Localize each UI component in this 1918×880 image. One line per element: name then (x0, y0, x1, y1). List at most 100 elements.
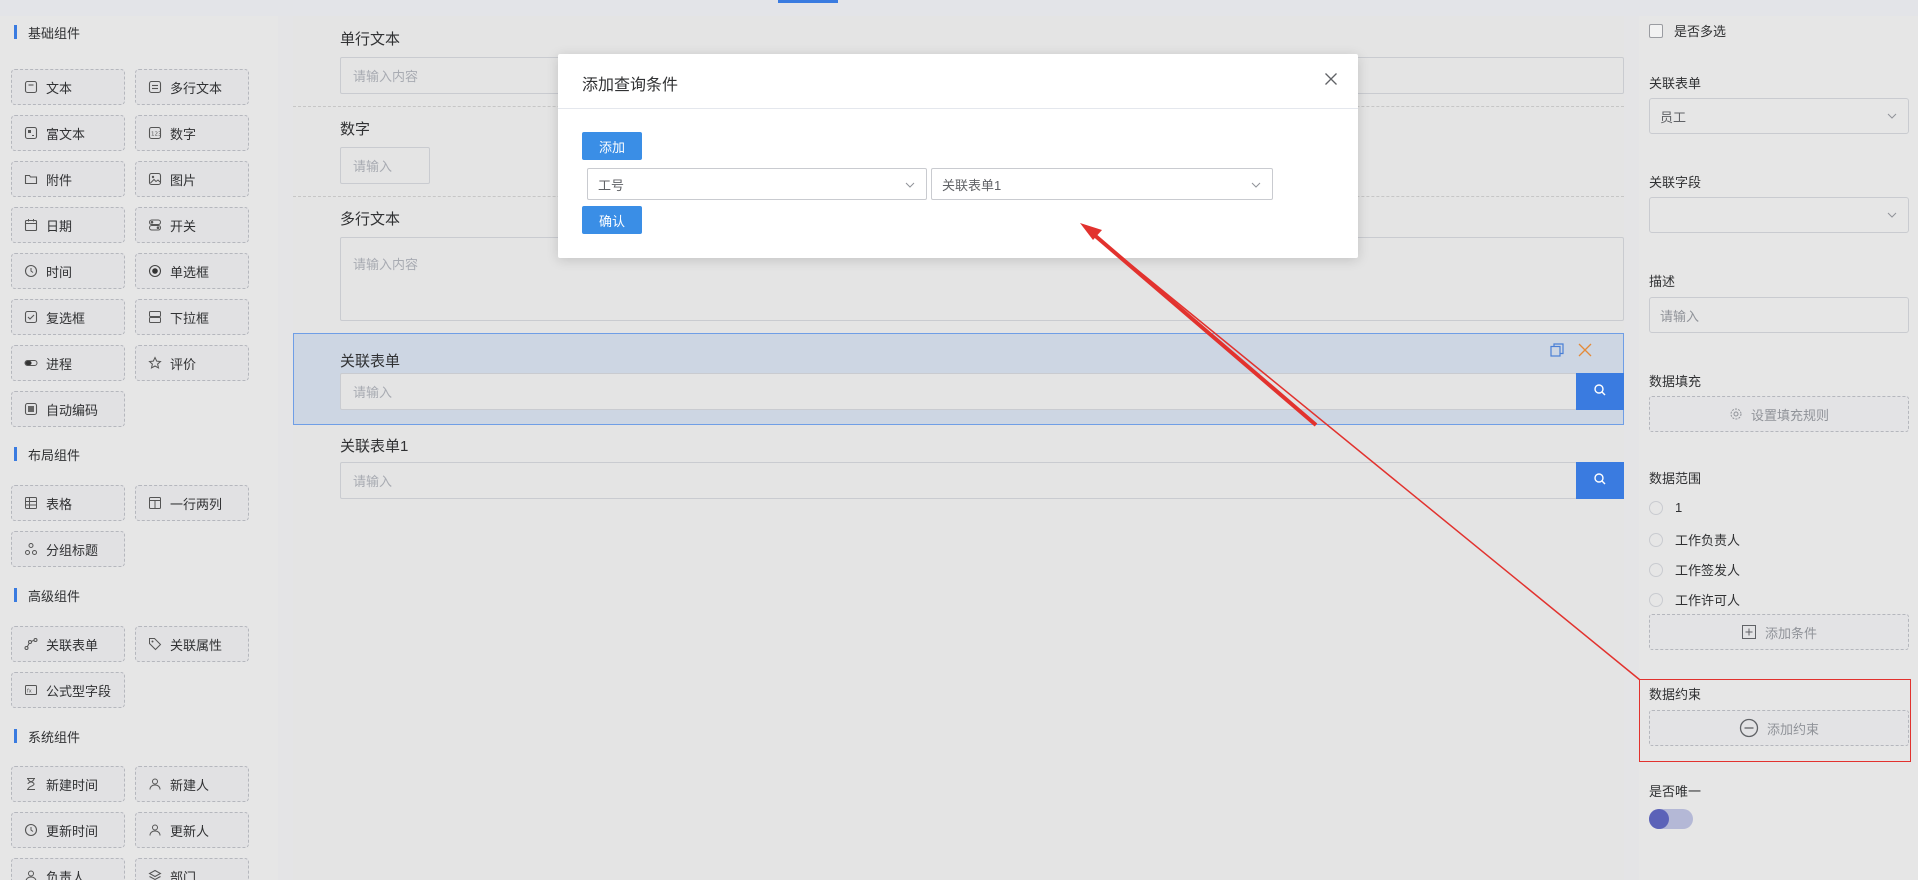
user-update-icon (148, 823, 162, 837)
group-title-layout: 布局组件 (14, 444, 80, 464)
comp-image[interactable]: 图片 (135, 161, 249, 197)
comp-owner[interactable]: 负责人 (11, 858, 125, 880)
two-column-icon (148, 496, 162, 510)
chevron-down-icon (904, 179, 916, 194)
clock-icon (24, 264, 38, 278)
field-label-textarea: 多行文本 (340, 211, 401, 228)
comp-updater[interactable]: 更新人 (135, 812, 249, 848)
textarea-icon (148, 80, 162, 94)
chevron-down-icon (1250, 179, 1262, 194)
text-icon (24, 80, 38, 94)
range-option[interactable]: 工作签发人 (1649, 560, 1740, 579)
image-icon (148, 172, 162, 186)
active-tab-indicator (778, 0, 838, 3)
comp-link-attr[interactable]: 关联属性 (135, 626, 249, 662)
close-icon[interactable] (1324, 72, 1338, 89)
number-input[interactable]: 请输入 (340, 147, 430, 184)
layers-icon (148, 869, 162, 880)
user-icon (148, 777, 162, 791)
comp-link-form[interactable]: 关联表单 (11, 626, 125, 662)
comp-two-column[interactable]: 一行两列 (135, 485, 249, 521)
clock-icon (24, 823, 38, 837)
field-label-number: 数字 (340, 121, 371, 138)
link-form-1-search-button[interactable] (1576, 462, 1624, 499)
comp-text[interactable]: 文本 (11, 69, 125, 105)
comp-number[interactable]: 123 数字 (135, 115, 249, 151)
group-title-advanced: 高级组件 (14, 585, 80, 605)
hourglass-icon (24, 777, 38, 791)
svg-text:fx: fx (27, 689, 32, 695)
fill-label: 数据填充 (1649, 374, 1702, 389)
comp-department[interactable]: 部门 (135, 858, 249, 880)
tag-icon (148, 637, 162, 651)
group-title-icon (24, 542, 38, 556)
field-label-link-form-1: 关联表单1 (340, 438, 409, 455)
search-icon (1593, 383, 1607, 400)
comp-autocode[interactable]: 自动编码 (11, 391, 125, 427)
set-fill-rule-button[interactable]: 设置填充规则 (1649, 396, 1909, 432)
switch-icon (148, 218, 162, 232)
link-field-select[interactable] (1649, 197, 1909, 233)
multi-select-row: 是否多选 (1649, 21, 1726, 40)
comp-table[interactable]: 表格 (11, 485, 125, 521)
link-form-1-input[interactable]: 请输入 (340, 462, 1577, 499)
value-select[interactable]: 关联表单1 (931, 168, 1273, 200)
field-label-single-text: 单行文本 (340, 31, 401, 48)
comp-progress[interactable]: 进程 (11, 345, 125, 381)
desc-input[interactable]: 请输入 (1649, 297, 1909, 333)
richtext-icon (24, 126, 38, 140)
add-condition-button[interactable]: 添加条件 (1649, 614, 1909, 650)
comp-create-time[interactable]: 新建时间 (11, 766, 125, 802)
dialog-header-divider (558, 108, 1358, 109)
comp-creator[interactable]: 新建人 (135, 766, 249, 802)
range-option[interactable]: 工作许可人 (1649, 590, 1740, 609)
dialog-title: 添加查询条件 (582, 77, 679, 94)
top-tab-bar (0, 0, 1918, 16)
number-icon: 123 (148, 126, 162, 140)
comp-group-title[interactable]: 分组标题 (11, 531, 125, 567)
link-field-label: 关联字段 (1649, 175, 1702, 190)
progress-icon (24, 356, 38, 370)
add-query-condition-dialog: 添加查询条件 添加 工号 关联表单1 确认 (558, 54, 1358, 258)
comp-checkbox[interactable]: 复选框 (11, 299, 125, 335)
desc-label: 描述 (1649, 274, 1676, 289)
delete-icon[interactable] (1577, 342, 1593, 361)
formula-icon: fx (24, 683, 38, 697)
confirm-button[interactable]: 确认 (582, 206, 642, 234)
multi-select-checkbox[interactable] (1649, 23, 1663, 38)
comp-radio[interactable]: 单选框 (135, 253, 249, 289)
comp-textarea[interactable]: 多行文本 (135, 69, 249, 105)
search-icon (1593, 472, 1607, 489)
comp-rating[interactable]: 评价 (135, 345, 249, 381)
link-form-search-button[interactable] (1576, 373, 1624, 410)
group-title-basic: 基础组件 (14, 22, 80, 42)
comp-attachment[interactable]: 附件 (11, 161, 125, 197)
range-option[interactable]: 工作负责人 (1649, 530, 1740, 549)
comp-formula[interactable]: fx 公式型字段 (11, 672, 125, 708)
annotation-highlight-box (1639, 679, 1911, 762)
svg-text:123: 123 (151, 132, 162, 138)
copy-icon[interactable] (1549, 342, 1565, 361)
folder-icon (24, 172, 38, 186)
field-select[interactable]: 工号 (587, 168, 927, 200)
range-label: 数据范围 (1649, 471, 1702, 486)
unique-toggle[interactable] (1649, 809, 1693, 829)
comp-update-time[interactable]: 更新时间 (11, 812, 125, 848)
comp-dropdown[interactable]: 下拉框 (135, 299, 249, 335)
link-form-label: 关联表单 (1649, 76, 1702, 91)
range-option[interactable]: 1 (1649, 500, 1682, 515)
add-button[interactable]: 添加 (582, 132, 642, 160)
chevron-down-icon (1886, 110, 1898, 125)
gear-icon (1730, 408, 1742, 420)
link-form-select[interactable]: 员工 (1649, 98, 1909, 134)
component-palette: 基础组件 文本 多行文本 富文本 123 数字 附件 图片 日期 开关 时间 单… (0, 16, 278, 880)
field-label-link-form: 关联表单 (340, 353, 401, 370)
user-icon (24, 869, 38, 880)
comp-date[interactable]: 日期 (11, 207, 125, 243)
link-form-input[interactable]: 请输入 (340, 373, 1577, 410)
comp-richtext[interactable]: 富文本 (11, 115, 125, 151)
comp-switch[interactable]: 开关 (135, 207, 249, 243)
plus-square-icon (1741, 625, 1756, 639)
table-icon (24, 496, 38, 510)
comp-time[interactable]: 时间 (11, 253, 125, 289)
